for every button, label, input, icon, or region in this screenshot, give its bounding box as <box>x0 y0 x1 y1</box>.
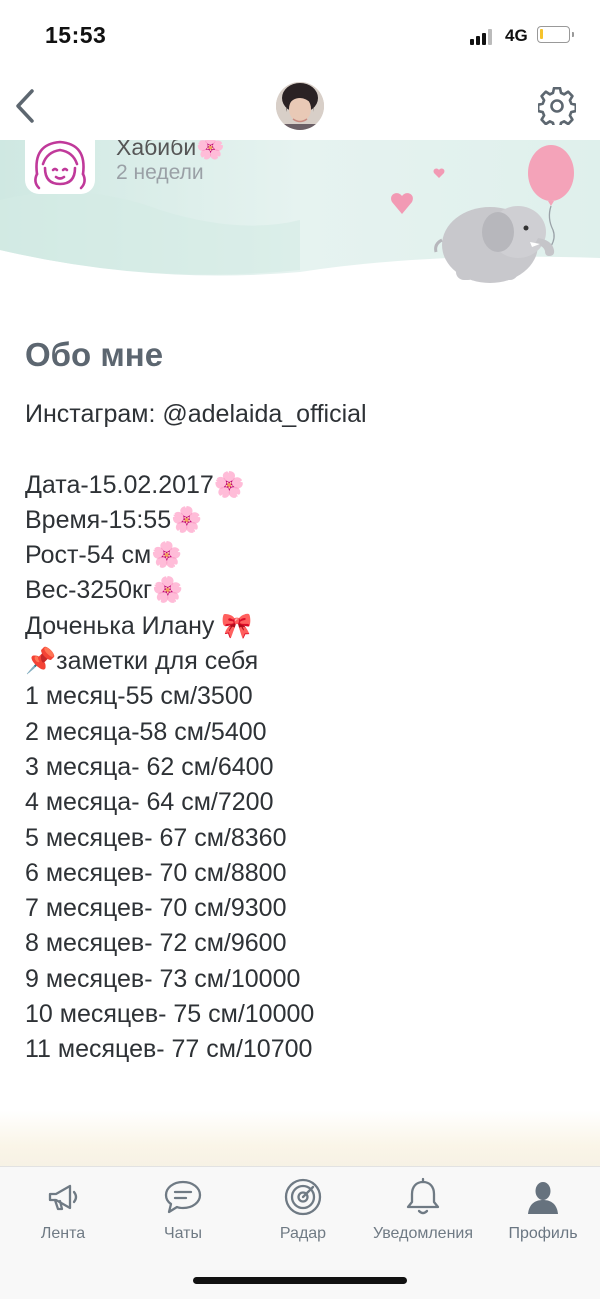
tab-notifications[interactable]: Уведомления <box>363 1167 483 1257</box>
tab-profile[interactable]: Профиль <box>483 1167 600 1257</box>
elephant-icon <box>434 206 555 283</box>
user-avatar[interactable] <box>25 140 95 194</box>
about-line: 9 месяцев- 73 см/10000 <box>25 964 301 993</box>
balloon-icon <box>528 145 574 201</box>
about-line: 5 месяцев- 67 см/8360 <box>25 823 287 852</box>
about-line: Инстаграм: @adelaida_official <box>25 400 367 428</box>
about-line: Рост-54 см🌸 <box>25 541 183 570</box>
about-line: 11 месяцев- 77 см/10700 <box>25 1035 313 1064</box>
tab-feed[interactable]: Лента <box>3 1167 123 1257</box>
bottom-decoration <box>0 1110 600 1170</box>
about-line-blank <box>25 432 585 467</box>
about-line: 10 месяцев- 75 см/10000 <box>25 1000 315 1029</box>
heart-icon <box>391 193 413 214</box>
tab-label: Уведомления <box>372 1225 474 1242</box>
user-name: Хабиби🌸 <box>116 140 225 160</box>
tab-radar[interactable]: Радар <box>243 1167 363 1257</box>
chat-bubble-icon <box>164 1180 202 1214</box>
header-avatar[interactable] <box>276 82 324 130</box>
status-bar: 15:53 4G <box>0 0 600 74</box>
about-line: 6 месяцев- 70 см/8800 <box>25 858 287 887</box>
chevron-left-icon <box>16 89 34 123</box>
girl-avatar-icon <box>34 140 86 190</box>
about-line: Вес-3250кг🌸 <box>25 576 184 605</box>
tab-label: Радар <box>279 1225 327 1242</box>
tab-chats[interactable]: Чаты <box>123 1167 243 1257</box>
signal-strength-icon <box>470 29 494 45</box>
about-line: 7 месяцев- 70 см/9300 <box>25 894 287 923</box>
about-line: 3 месяца- 62 см/6400 <box>25 752 274 781</box>
battery-level <box>540 29 543 39</box>
tab-label: Чаты <box>163 1225 203 1242</box>
home-indicator <box>193 1277 407 1284</box>
about-title: Обо мне <box>25 336 164 373</box>
about-line: 1 месяц-55 см/3500 <box>25 682 253 711</box>
battery-icon <box>537 26 574 43</box>
tab-label: Профиль <box>508 1225 578 1242</box>
back-button[interactable] <box>10 86 44 126</box>
megaphone-icon <box>48 1184 78 1211</box>
profile-banner: Хабиби🌸 2 недели <box>0 140 600 285</box>
about-line: 4 месяца- 64 см/7200 <box>25 788 274 817</box>
user-subtitle: 2 недели <box>116 161 204 184</box>
elephant-balloon-illustration <box>391 145 574 283</box>
radar-icon <box>284 1178 322 1216</box>
nav-header <box>0 74 600 140</box>
about-line: Время-15:55🌸 <box>25 505 203 534</box>
heart-icon-small <box>433 168 445 178</box>
about-line: 📌заметки для себя <box>25 647 259 676</box>
gear-icon <box>536 86 578 129</box>
about-line: 8 месяцев- 72 см/9600 <box>25 929 287 958</box>
avatar-photo <box>276 82 324 130</box>
status-time: 15:53 <box>45 22 107 48</box>
person-icon <box>528 1182 558 1214</box>
about-line: Дата-15.02.2017🌸 <box>25 470 245 499</box>
network-type: 4G <box>505 26 528 45</box>
about-text: Инстаграм: @adelaida_official Дата-15.02… <box>25 397 585 1068</box>
about-line: Доченька Илану 🎀 <box>25 611 253 640</box>
bell-icon <box>406 1177 440 1215</box>
about-line: 2 месяца-58 см/5400 <box>25 717 267 746</box>
settings-button[interactable] <box>536 86 578 129</box>
tab-label: Лента <box>40 1225 86 1242</box>
